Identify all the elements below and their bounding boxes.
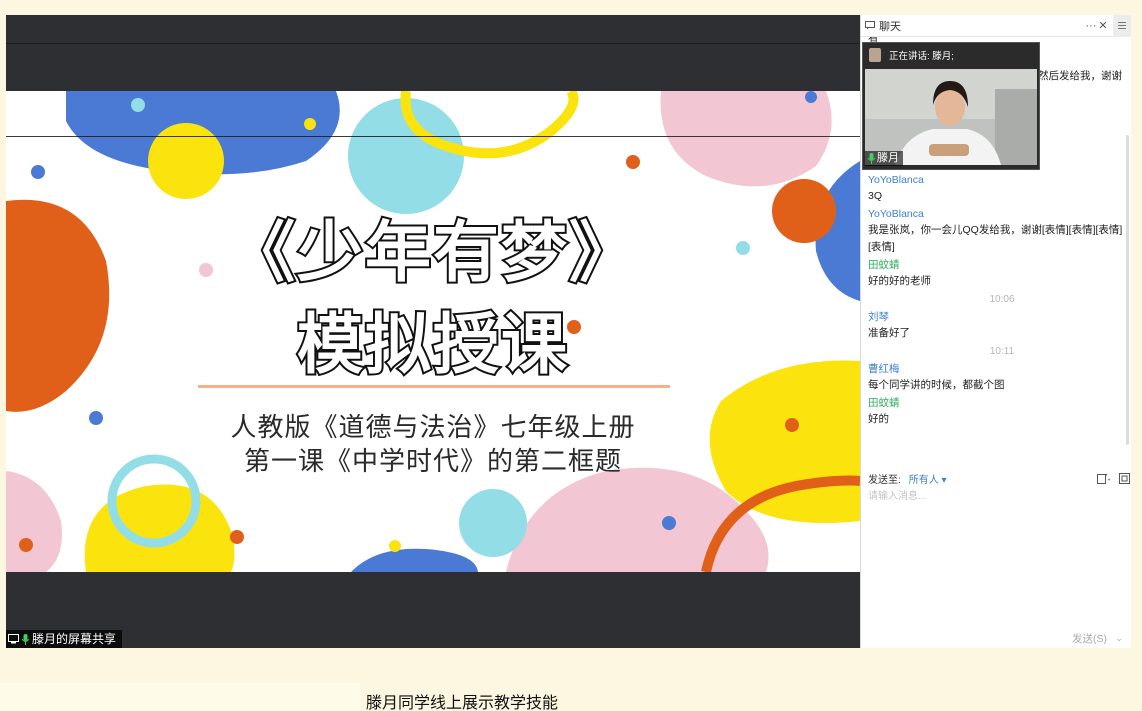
message-timestamp: 10:06: [989, 294, 1015, 305]
message-sender: 刘琴: [868, 311, 889, 323]
screenshot-icon[interactable]: [1119, 472, 1130, 484]
message-text: 好的好的老师: [868, 275, 931, 287]
chat-message-input[interactable]: [868, 487, 1126, 627]
message-text: 准备好了: [868, 327, 910, 339]
menu-icon[interactable]: [1113, 14, 1131, 37]
send-target-row: 发送至: 所有人 ▾: [868, 469, 1130, 487]
speaker-video-window[interactable]: 正在讲话: 滕月; 滕月: [862, 42, 1040, 170]
message-text: 好的: [868, 413, 889, 425]
caption-band: [0, 683, 360, 711]
speaker-status-bar: 正在讲话: 滕月;: [863, 43, 1039, 67]
message-text: 我是张岚，你一会儿QQ发给我，谢谢[表情][表情][表情][表情]: [868, 224, 1123, 253]
file-icon[interactable]: [1097, 473, 1111, 484]
slide-subtitle: 模拟授课: [295, 304, 569, 385]
message-sender: 田蚊蜻: [868, 259, 900, 271]
microphone-icon: [21, 633, 30, 645]
presentation-slide: 《少年有梦》 模拟授课 人教版《道德与法治》七年级上册 第一课《中学时代》的第二…: [6, 91, 860, 572]
speaker-avatar: [869, 48, 881, 62]
scan-artifact: [6, 136, 860, 137]
message-text: 每个同学讲的时候，都截个图: [868, 379, 1005, 391]
screen-share-view: 《少年有梦》 模拟授课 人教版《道德与法治》七年级上册 第一课《中学时代》的第二…: [6, 15, 860, 648]
speaker-name: 滕月: [877, 152, 899, 164]
close-chat-button[interactable]: ✕: [1097, 19, 1109, 32]
message-sender: YoYoBlanca: [868, 174, 924, 186]
speaking-status: 正在讲话: 滕月;: [889, 51, 954, 62]
message-text: 3Q: [868, 190, 883, 202]
send-options-chevron-icon[interactable]: ⌄: [1115, 633, 1123, 644]
send-button[interactable]: 发送(S): [1072, 631, 1107, 646]
message-sender: 田蚊蜻: [868, 397, 900, 409]
slide-description-line-2: 第一课《中学时代》的第二框题: [243, 447, 622, 477]
slide-title: 《少年有梦》: [227, 212, 637, 293]
figure-caption: 滕月同学线上展示教学技能: [366, 695, 559, 711]
chat-header: 聊天 ··· ✕: [861, 14, 1131, 37]
message-sender: YoYoBlanca: [868, 208, 924, 220]
slide-divider: [198, 385, 670, 388]
screen-share-owner: 滕月的屏幕共享: [32, 632, 117, 646]
chat-bubble-icon: [865, 21, 875, 30]
screen-icon: [8, 634, 19, 644]
chat-title: 聊天: [879, 20, 901, 33]
slide-description-line-1: 人教版《道德与法治》七年级上册: [230, 413, 636, 443]
more-options-button[interactable]: ···: [1085, 20, 1097, 32]
microphone-icon: [867, 153, 876, 164]
send-to-label: 发送至:: [868, 474, 901, 486]
speaker-name-tag: 滕月: [865, 151, 903, 166]
chat-scrollbar[interactable]: [1126, 135, 1129, 445]
scan-artifact: [6, 43, 860, 44]
message-sender: 曹红梅: [868, 363, 900, 375]
message-timestamp: 10:11: [989, 346, 1015, 357]
send-to-dropdown[interactable]: 所有人 ▾: [909, 471, 947, 486]
screen-share-label: 滕月的屏幕共享: [6, 630, 123, 648]
